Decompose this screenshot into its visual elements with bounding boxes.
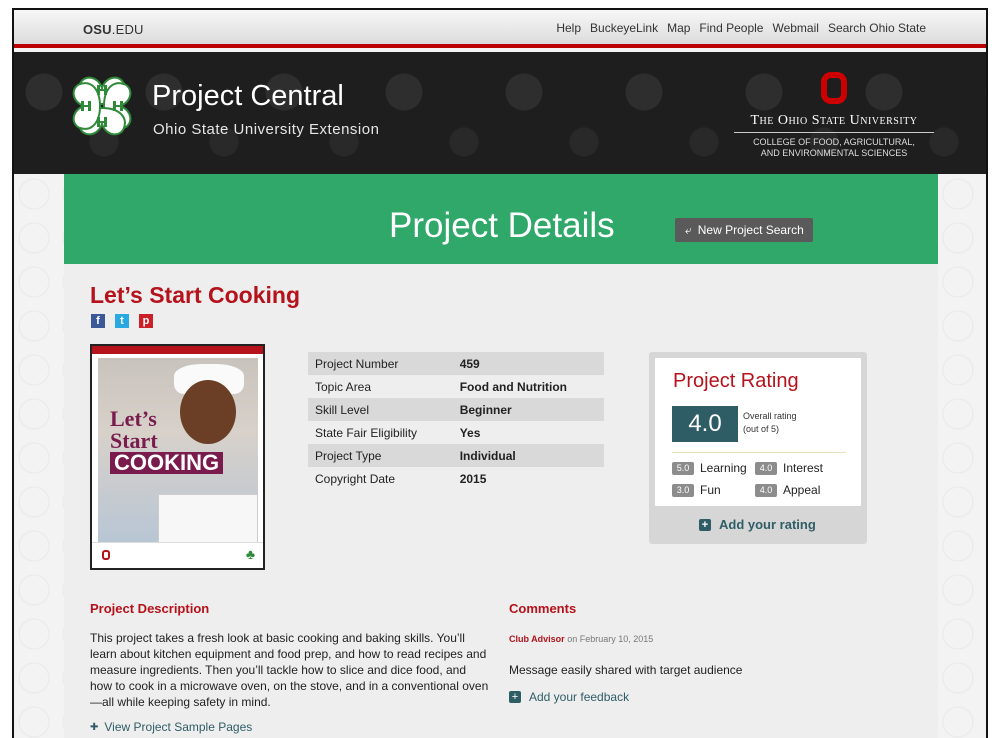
buckeyelink-link[interactable]: BuckeyeLink (590, 21, 658, 35)
overall-score: 4.0 (672, 406, 738, 442)
cover-top-strip (92, 346, 263, 354)
twitter-icon[interactable]: t (115, 314, 129, 328)
site-subtitle: Ohio State University Extension (153, 121, 380, 138)
cover-title: Let’s Start COOKING (110, 406, 224, 474)
add-rating-label: Add your rating (719, 517, 816, 532)
osu-navbar: OSU.EDU Help BuckeyeLink Map Find People… (14, 10, 986, 48)
rating-divider (672, 452, 846, 453)
project-rating-panel: Project Rating 4.0 Overall rating (out o… (649, 352, 867, 544)
overall-note-line-1: Overall rating (743, 411, 797, 421)
plus-icon: + (699, 518, 711, 531)
table-row: Skill Level Beginner (308, 398, 604, 421)
cover-title-line-1: Let’s (110, 406, 157, 431)
fun-score-badge: 3.0 (672, 483, 694, 497)
detail-value: Individual (459, 448, 516, 463)
utility-links: Help BuckeyeLink Map Find People Webmail… (547, 21, 926, 35)
sample-link-label: View Project Sample Pages (104, 720, 253, 734)
detail-label: State Fair Eligibility (315, 425, 418, 440)
learning-score-badge: 5.0 (672, 461, 694, 475)
find-people-link[interactable]: Find People (699, 21, 763, 35)
osu-logo-rest: .EDU (111, 22, 144, 37)
college-line-2: AND ENVIRONMENTAL SCIENCES (760, 148, 908, 158)
site-header: Project Central Ohio State University Ex… (14, 52, 986, 174)
pinterest-icon[interactable]: p (139, 314, 153, 328)
overall-note-line-2: (out of 5) (743, 424, 780, 434)
detail-label: Topic Area (315, 379, 372, 394)
college-line-1: COLLEGE OF FOOD, AGRICULTURAL, (753, 137, 915, 147)
project-cover-image[interactable]: Let’s Start COOKING ♣ (90, 344, 265, 570)
view-sample-pages-link[interactable]: ✚ View Project Sample Pages (90, 720, 252, 734)
appeal-score-badge: 4.0 (755, 483, 777, 497)
comment-author: Club Advisor (509, 634, 565, 644)
osu-edu-link[interactable]: OSU.EDU (83, 22, 144, 37)
cover-title-line-3: COOKING (110, 452, 224, 474)
browser-frame: OSU.EDU Help BuckeyeLink Map Find People… (12, 8, 988, 738)
rating-title: Project Rating (673, 370, 799, 392)
plus-icon: + (509, 691, 521, 703)
detail-label: Copyright Date (315, 471, 396, 486)
project-details-table: Project Number 459 Topic Area Food and Nut… (308, 352, 604, 490)
new-project-search-button[interactable]: ⤶ New Project Search (675, 218, 813, 242)
table-row: State Fair Eligibility Yes (308, 421, 604, 444)
detail-value: 2015 (459, 471, 487, 486)
detail-value: Beginner (459, 402, 512, 417)
description-heading: Project Description (90, 601, 210, 616)
mini-block-o-icon (102, 550, 110, 560)
search-ohio-state-link[interactable]: Search Ohio State (828, 21, 926, 35)
mini-clover-icon: ♣ (245, 546, 255, 562)
cover-footer: ♣ (92, 542, 263, 568)
comment-text: Message easily shared with target audien… (509, 663, 743, 677)
table-row: Project Number 459 (308, 352, 604, 375)
learning-label: Learning (700, 461, 747, 475)
help-link[interactable]: Help (556, 21, 581, 35)
detail-label: Skill Level (315, 402, 370, 417)
table-row: Copyright Date 2015 (308, 467, 604, 490)
project-title: Let’s Start Cooking (90, 282, 300, 308)
overall-score-note: Overall rating (out of 5) (743, 410, 797, 436)
cover-title-line-2: Start (110, 428, 158, 453)
project-content: Let’s Start Cooking f t p Let’s Start CO… (64, 264, 938, 738)
map-link[interactable]: Map (667, 21, 690, 35)
appeal-label: Appeal (783, 483, 821, 497)
table-row: Project Type Individual (308, 444, 604, 467)
add-feedback-label: Add your feedback (529, 690, 630, 704)
detail-value: 459 (459, 356, 480, 371)
add-feedback-button[interactable]: + Add your feedback (509, 690, 629, 704)
page-banner: Project Details ⤶ New Project Search (64, 174, 938, 264)
share-buttons: f t p (91, 314, 153, 328)
cover-photo: Let’s Start COOKING (98, 358, 258, 546)
college-name: COLLEGE OF FOOD, AGRICULTURAL, AND ENVIR… (734, 137, 934, 159)
appeal-rating: 4.0 Appeal (755, 483, 820, 497)
osu-college-logo[interactable]: The Ohio State University COLLEGE OF FOO… (734, 72, 934, 159)
site-title[interactable]: Project Central (152, 80, 344, 113)
webmail-link[interactable]: Webmail (772, 21, 818, 35)
expand-icon: ✚ (90, 721, 99, 733)
comment-meta: Club Advisor on February 10, 2015 (509, 634, 653, 644)
osu-logo-bold: OSU (83, 22, 112, 37)
add-rating-button[interactable]: + Add your rating (699, 517, 816, 532)
block-o-icon (821, 72, 847, 104)
comments-heading: Comments (509, 601, 577, 616)
fun-rating: 3.0 Fun (672, 483, 721, 497)
facebook-icon[interactable]: f (91, 314, 105, 328)
page-title: Project Details (389, 206, 615, 245)
rating-card: Project Rating 4.0 Overall rating (out o… (655, 358, 861, 506)
cover-form-box (158, 494, 258, 546)
interest-score-badge: 4.0 (755, 461, 777, 475)
detail-label: Project Type (315, 448, 382, 463)
back-arrow-icon: ⤶ (685, 222, 692, 237)
fun-label: Fun (700, 483, 721, 497)
detail-value: Yes (459, 425, 481, 440)
table-row: Topic Area Food and Nutrition (308, 375, 604, 398)
4h-clover-logo-icon[interactable] (66, 70, 138, 142)
learning-rating: 5.0 Learning (672, 461, 747, 475)
osu-name: The Ohio State University (734, 113, 934, 133)
comment-date: on February 10, 2015 (567, 634, 654, 644)
detail-label: Project Number (315, 356, 399, 371)
new-project-search-label: New Project Search (697, 223, 804, 237)
interest-rating: 4.0 Interest (755, 461, 823, 475)
detail-value: Food and Nutrition (459, 379, 568, 394)
description-text: This project takes a fresh look at basic… (90, 631, 489, 709)
interest-label: Interest (783, 461, 824, 475)
